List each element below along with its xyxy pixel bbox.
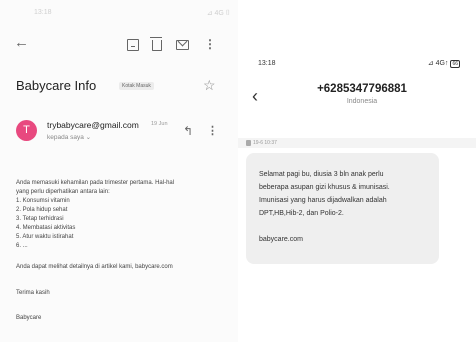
body-line: 6. ... bbox=[16, 243, 28, 249]
body-line: 5. Atur waktu istirahat bbox=[16, 234, 74, 240]
star-icon[interactable]: ☆ bbox=[203, 77, 216, 94]
status-signal: ⊿ 4G↑ 66 bbox=[428, 59, 460, 68]
article-line: Anda dapat melihat detailnya di artikel … bbox=[16, 264, 173, 270]
trash-icon[interactable] bbox=[150, 37, 162, 51]
body-line: 1. Konsumsi vitamin bbox=[16, 198, 70, 204]
message-line: Selamat pagi bu, diusia 3 bln anak perlu bbox=[259, 171, 384, 178]
body-line: yang perlu diperhatikan antara lain: bbox=[16, 189, 110, 195]
status-time: 13:18 bbox=[258, 60, 276, 67]
mail-icon[interactable] bbox=[176, 40, 189, 50]
message-date: 19-6 10:37 bbox=[253, 140, 277, 146]
more-options-icon[interactable]: ⋮ bbox=[207, 124, 218, 137]
status-signal: ⊿ 4G ⌷ bbox=[206, 10, 230, 17]
message-line: Imunisasi yang harus dijadwalkan adalah bbox=[259, 197, 387, 204]
message-link[interactable]: babycare.com bbox=[259, 235, 303, 244]
reply-icon[interactable]: ↰ bbox=[183, 124, 193, 138]
email-subject: Babycare Info bbox=[16, 78, 97, 93]
sms-screen: 13:18 ⊿ 4G↑ 66 ‹ +6285347796881 Indonesia… bbox=[238, 0, 476, 342]
recipient-toggle[interactable]: kepada saya ⌄ bbox=[47, 133, 91, 141]
body-line: Anda memasuki kehamilan pada trimester p… bbox=[16, 180, 175, 186]
kebab-menu-icon[interactable]: ⋮ bbox=[204, 36, 216, 52]
body-line: 4. Membatasi aktivitas bbox=[16, 225, 76, 231]
back-arrow-icon[interactable]: ← bbox=[14, 35, 29, 51]
status-time: 13:18 bbox=[34, 9, 52, 16]
message-line: beberapa asupan gizi khusus & imunisasi. bbox=[259, 184, 390, 191]
avatar: T bbox=[16, 120, 37, 141]
contact-number: +6285347796881 bbox=[317, 83, 407, 95]
sender-email: trybabycare@gmail.com bbox=[47, 120, 139, 130]
signal-text: ⊿ 4G↑ bbox=[427, 60, 449, 67]
sim-icon bbox=[246, 140, 251, 146]
inbox-label-chip[interactable]: Kotak Masuk bbox=[119, 82, 154, 90]
back-chevron-icon[interactable]: ‹ bbox=[252, 86, 258, 107]
contact-country: Indonesia bbox=[346, 98, 378, 105]
body-line: 3. Tetap terhidrasi bbox=[16, 216, 64, 222]
email-toolbar: ← ⋮ bbox=[0, 34, 238, 58]
email-screen: 13:18 ⊿ 4G ⌷ ← ⋮ Babycare Info Kotak Mas… bbox=[0, 0, 238, 342]
closing-thanks: Terima kasih bbox=[16, 290, 50, 296]
body-line: 2. Pola hidup sehat bbox=[16, 207, 68, 213]
message-line: DPT,HB,Hib-2, dan Polio-2. bbox=[259, 210, 344, 217]
archive-icon[interactable] bbox=[127, 39, 139, 51]
status-bar: 13:18 ⊿ 4G ⌷ bbox=[0, 0, 238, 22]
signature: Babycare bbox=[16, 315, 42, 321]
sent-date: 19 Jun bbox=[151, 121, 168, 127]
battery-icon: 66 bbox=[450, 60, 460, 68]
